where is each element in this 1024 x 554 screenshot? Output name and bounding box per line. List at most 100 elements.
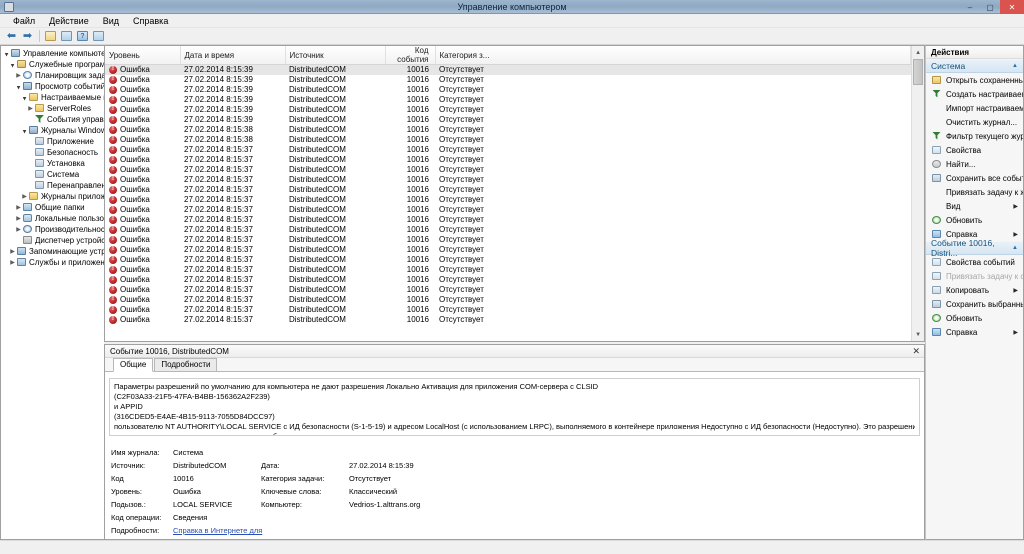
maximize-button[interactable]: ▢ [980, 0, 1000, 14]
tree-collapse-icon[interactable]: ▲ [20, 95, 29, 101]
table-row[interactable]: Ошибка 27.02.2014 8:15:38 DistributedCOM 10… [105, 135, 911, 145]
scroll-track[interactable] [912, 59, 925, 328]
table-row[interactable]: Ошибка27.02.2014 8:15:39DistributedCOM10… [105, 64, 911, 75]
column-header-source[interactable]: Источник [285, 46, 386, 65]
tree-item[interactable]: Диспетчер устройств [2, 235, 104, 246]
tree-expand-icon[interactable]: ▶ [14, 226, 23, 233]
column-header-datetime[interactable]: Дата и время [180, 46, 286, 65]
forward-button[interactable]: ➡ [20, 29, 35, 44]
tree-item[interactable]: События управ. [2, 114, 104, 125]
action-item[interactable]: Создать настраиваем... [926, 87, 1023, 101]
action-item[interactable]: Привязать задачу к жу... [926, 185, 1023, 199]
minimize-button[interactable]: – [960, 0, 980, 14]
scroll-thumb[interactable] [913, 59, 924, 85]
action-item[interactable]: Вид ▶ [926, 199, 1023, 213]
menu-action[interactable]: Действие [42, 14, 96, 28]
action-item[interactable]: Сохранить все событи... [926, 171, 1023, 185]
table-row[interactable]: Ошибка 27.02.2014 8:15:37 DistributedCOM 10… [105, 235, 911, 245]
tree-item[interactable]: ▶ Запоминающие устройст [2, 246, 104, 257]
tree-item[interactable]: ▲ Управление компьютером (V [2, 48, 104, 59]
tree-expand-icon[interactable]: ▶ [14, 215, 23, 222]
table-row[interactable]: Ошибка 27.02.2014 8:15:37 DistributedCOM 10… [105, 245, 911, 255]
tree-item[interactable]: ▶ Журналы приложе [2, 191, 104, 202]
column-header-category[interactable]: Категория з... [435, 46, 912, 65]
action-item[interactable]: Обновить [926, 311, 1023, 325]
chevron-up-icon[interactable]: ▲ [1012, 245, 1018, 251]
tree-expand-icon[interactable]: ▶ [8, 259, 17, 266]
action-item[interactable]: Открыть сохраненны... [926, 73, 1023, 87]
event-description[interactable]: Параметры разрешений по умолчанию для ко… [109, 378, 920, 436]
tree-item[interactable]: Безопасность [2, 147, 104, 158]
table-row[interactable]: Ошибка 27.02.2014 8:15:37 DistributedCOM 10… [105, 165, 911, 175]
console-tree-pane[interactable]: ▲ Управление компьютером (V ▲ Служебные про… [0, 45, 104, 540]
table-row[interactable]: Ошибка 27.02.2014 8:15:38 DistributedCOM 10… [105, 125, 911, 135]
event-list-scrollbar[interactable]: ▲ ▼ [911, 46, 925, 341]
tree-item[interactable]: ▲ Просмотр событий [2, 81, 104, 92]
actions-section-header[interactable]: Событие 10016, Distri... ▲ [926, 238, 1023, 258]
table-row[interactable]: Ошибка27.02.2014 8:15:39DistributedCOM10… [105, 85, 911, 95]
tab-details[interactable]: Подробности [154, 358, 218, 371]
action-item[interactable]: Фильтр текущего жур... [926, 129, 1023, 143]
tree-item[interactable]: ▲ Настраиваемые пр [2, 92, 104, 103]
tree-item[interactable]: ▲ Служебные программы [2, 59, 104, 70]
table-row[interactable]: Ошибка 27.02.2014 8:15:37 DistributedCOM 10… [105, 305, 911, 315]
up-folder-button[interactable] [43, 29, 58, 44]
event-list-scroll[interactable]: Уровень Дата и время Источник Код событи… [105, 46, 912, 341]
table-row[interactable]: Ошибка 27.02.2014 8:15:37 DistributedCOM 10… [105, 255, 911, 265]
table-row[interactable]: Ошибка 27.02.2014 8:15:37 DistributedCOM 10… [105, 205, 911, 215]
table-row[interactable]: Ошибка 27.02.2014 8:15:37 DistributedCOM 10… [105, 275, 911, 285]
table-row[interactable]: Ошибка 27.02.2014 8:15:37 DistributedCOM 10… [105, 185, 911, 195]
tree-item[interactable]: ▲ Журналы Windows [2, 125, 104, 136]
table-row[interactable]: Ошибка 27.02.2014 8:15:37 DistributedCOM 10… [105, 265, 911, 275]
table-row[interactable]: Ошибка 27.02.2014 8:15:37 DistributedCOM 10… [105, 215, 911, 225]
tree-item[interactable]: ▶ ServerRoles [2, 103, 104, 114]
tree-item[interactable]: ▶ Общие папки [2, 202, 104, 213]
tree-item[interactable]: ▶ Производительность [2, 224, 104, 235]
show-action-pane-button[interactable] [91, 29, 106, 44]
table-row[interactable]: Ошибка 27.02.2014 8:15:37 DistributedCOM 10… [105, 195, 911, 205]
tree-item[interactable]: ▶ Планировщик заданий [2, 70, 104, 81]
scroll-down-button[interactable]: ▼ [912, 328, 925, 341]
action-item[interactable]: Очистить журнал... [926, 115, 1023, 129]
tree-item[interactable]: Приложение [2, 136, 104, 147]
table-row[interactable]: Ошибка27.02.2014 8:15:39DistributedCOM10… [105, 115, 911, 125]
menu-help[interactable]: Справка [126, 14, 175, 28]
column-header-event-id[interactable]: Код события [385, 46, 436, 65]
scroll-up-button[interactable]: ▲ [912, 46, 925, 59]
action-item[interactable]: Справка ▶ [926, 325, 1023, 339]
tree-item[interactable]: Установка [2, 158, 104, 169]
tab-general[interactable]: Общие [113, 358, 154, 372]
table-row[interactable]: Ошибка 27.02.2014 8:15:37 DistributedCOM 10… [105, 155, 911, 165]
tree-item[interactable]: ▶ Службы и приложения [2, 257, 104, 268]
table-row[interactable]: Ошибка27.02.2014 8:15:39DistributedCOM10… [105, 95, 911, 105]
tree-expand-icon[interactable]: ▶ [26, 105, 35, 112]
table-row[interactable]: Ошибка 27.02.2014 8:15:37 DistributedCOM 10… [105, 175, 911, 185]
tree-expand-icon[interactable]: ▶ [20, 193, 29, 200]
table-row[interactable]: Ошибка27.02.2014 8:15:39DistributedCOM10… [105, 105, 911, 115]
tree-expand-icon[interactable]: ▶ [8, 248, 17, 255]
show-pane-button[interactable] [59, 29, 74, 44]
tree-collapse-icon[interactable]: ▲ [14, 84, 23, 90]
back-button[interactable]: ⬅ [4, 29, 19, 44]
action-item[interactable]: Обновить [926, 213, 1023, 227]
table-row[interactable]: Ошибка 27.02.2014 8:15:37 DistributedCOM 10… [105, 225, 911, 235]
action-item[interactable]: Копировать ▶ [926, 283, 1023, 297]
table-row[interactable]: Ошибка 27.02.2014 8:15:37 DistributedCOM 10… [105, 295, 911, 305]
close-button[interactable]: ✕ [1000, 0, 1024, 14]
online-help-link[interactable]: Справка в Интернете для [173, 526, 924, 535]
action-item[interactable]: Сохранить выбранны... [926, 297, 1023, 311]
tree-collapse-icon[interactable]: ▲ [20, 128, 29, 134]
tree-collapse-icon[interactable]: ▲ [2, 51, 11, 57]
menu-file[interactable]: Файл [6, 14, 42, 28]
action-item[interactable]: Найти... [926, 157, 1023, 171]
action-item[interactable]: Свойства [926, 143, 1023, 157]
table-row[interactable]: Ошибка 27.02.2014 8:15:37 DistributedCOM 10… [105, 285, 911, 295]
action-item[interactable]: Импорт настраиваем... [926, 101, 1023, 115]
column-header-level[interactable]: Уровень [105, 46, 181, 65]
table-row[interactable]: Ошибка27.02.2014 8:15:39DistributedCOM10… [105, 75, 911, 85]
tree-item[interactable]: Перенаправлен [2, 180, 104, 191]
tree-collapse-icon[interactable]: ▲ [8, 62, 17, 68]
chevron-up-icon[interactable]: ▲ [1012, 63, 1018, 69]
actions-section-header[interactable]: Система ▲ [926, 59, 1023, 73]
details-close-icon[interactable]: ✕ [912, 346, 920, 357]
